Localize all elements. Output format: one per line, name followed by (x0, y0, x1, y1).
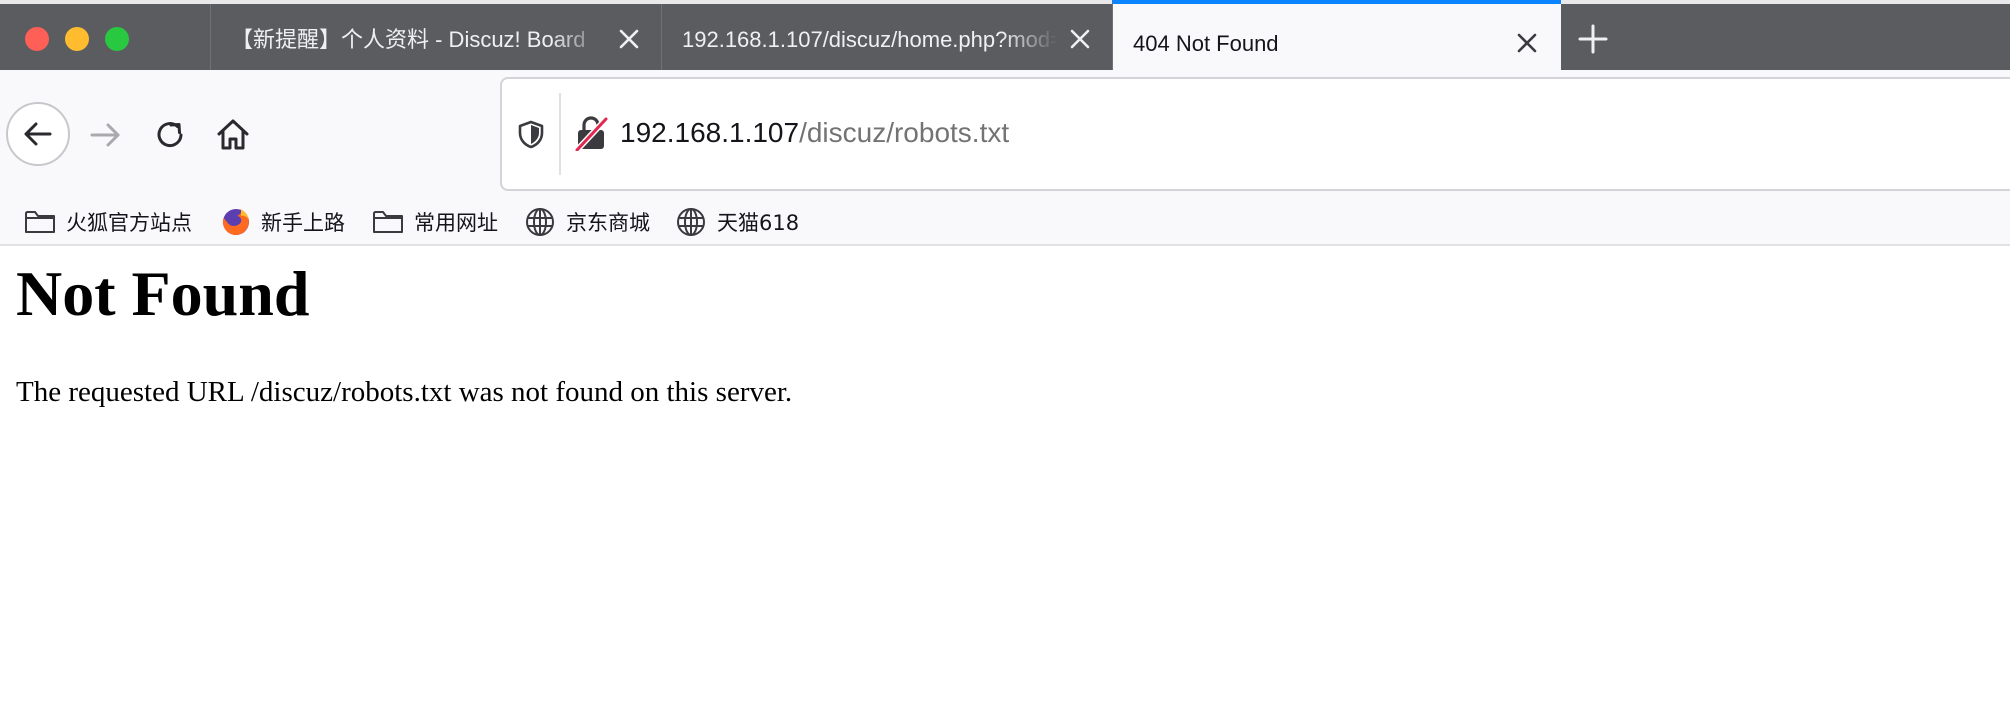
url-text[interactable]: 192.168.1.107/discuz/robots.txt (620, 115, 1009, 151)
tab-strip: 【新提醒】个人资料 - Discuz! Board 192.168.1.107/… (0, 0, 2010, 74)
tab-title: 404 Not Found (1133, 31, 1279, 56)
window-minimize-button[interactable] (65, 27, 89, 51)
close-icon[interactable] (1514, 30, 1540, 56)
back-arrow-icon (24, 122, 52, 146)
folder-icon (25, 211, 55, 233)
back-button[interactable] (6, 102, 70, 166)
bookmark-label: 火狐官方站点 (66, 211, 192, 235)
globe-icon (526, 208, 554, 236)
firefox-icon (222, 209, 249, 235)
bookmark-getting-started[interactable]: 新手上路 (221, 200, 345, 244)
page-heading: Not Found (16, 258, 310, 329)
insecure-lock-icon[interactable] (574, 115, 608, 151)
url-host: 192.168.1.107 (620, 117, 800, 148)
navigation-toolbar: 192.168.1.107/discuz/robots.txt (0, 70, 2010, 200)
address-bar[interactable]: 192.168.1.107/discuz/robots.txt (500, 77, 2010, 191)
tab-title: 【新提醒】个人资料 - Discuz! Board (231, 27, 586, 52)
folder-icon (373, 211, 403, 233)
close-icon[interactable] (616, 26, 642, 52)
bookmark-folder-common-sites[interactable]: 常用网址 (372, 200, 498, 244)
window-close-button[interactable] (25, 27, 49, 51)
tab-title: 192.168.1.107/discuz/home.php?mod=spacec… (682, 27, 1058, 52)
forward-arrow-icon[interactable] (88, 117, 124, 153)
window-maximize-button[interactable] (105, 27, 129, 51)
tab-profile[interactable]: 【新提醒】个人资料 - Discuz! Board (210, 4, 661, 70)
urlbar-separator (559, 93, 561, 175)
tab-404-not-found[interactable]: 404 Not Found (1112, 0, 1561, 74)
bookmark-jd-mall[interactable]: 京东商城 (524, 200, 650, 244)
bookmark-folder-firefox-official[interactable]: 火狐官方站点 (24, 200, 192, 244)
bookmark-label: 京东商城 (566, 211, 650, 235)
bookmark-label: 天猫618 (717, 211, 800, 235)
page-content: Not Found The requested URL /discuz/robo… (0, 246, 2010, 726)
bookmark-label: 新手上路 (261, 211, 345, 235)
new-tab-plus-icon[interactable] (1578, 24, 1608, 54)
globe-icon (677, 208, 705, 236)
home-icon[interactable] (214, 116, 252, 154)
error-message: The requested URL /discuz/robots.txt was… (16, 376, 793, 408)
url-path: /discuz/robots.txt (799, 117, 1010, 148)
reload-icon[interactable] (152, 117, 188, 153)
bookmarks-toolbar: 火狐官方站点 新手上路 常用网址 京东商城 天猫618 (0, 200, 2010, 246)
bookmark-label: 常用网址 (414, 211, 498, 235)
tab-home-php[interactable]: 192.168.1.107/discuz/home.php?mod=spacec… (661, 4, 1112, 70)
close-icon[interactable] (1067, 26, 1093, 52)
bookmark-tmall-618[interactable]: 天猫618 (675, 200, 799, 244)
tracking-protection-shield-icon[interactable] (516, 119, 546, 149)
